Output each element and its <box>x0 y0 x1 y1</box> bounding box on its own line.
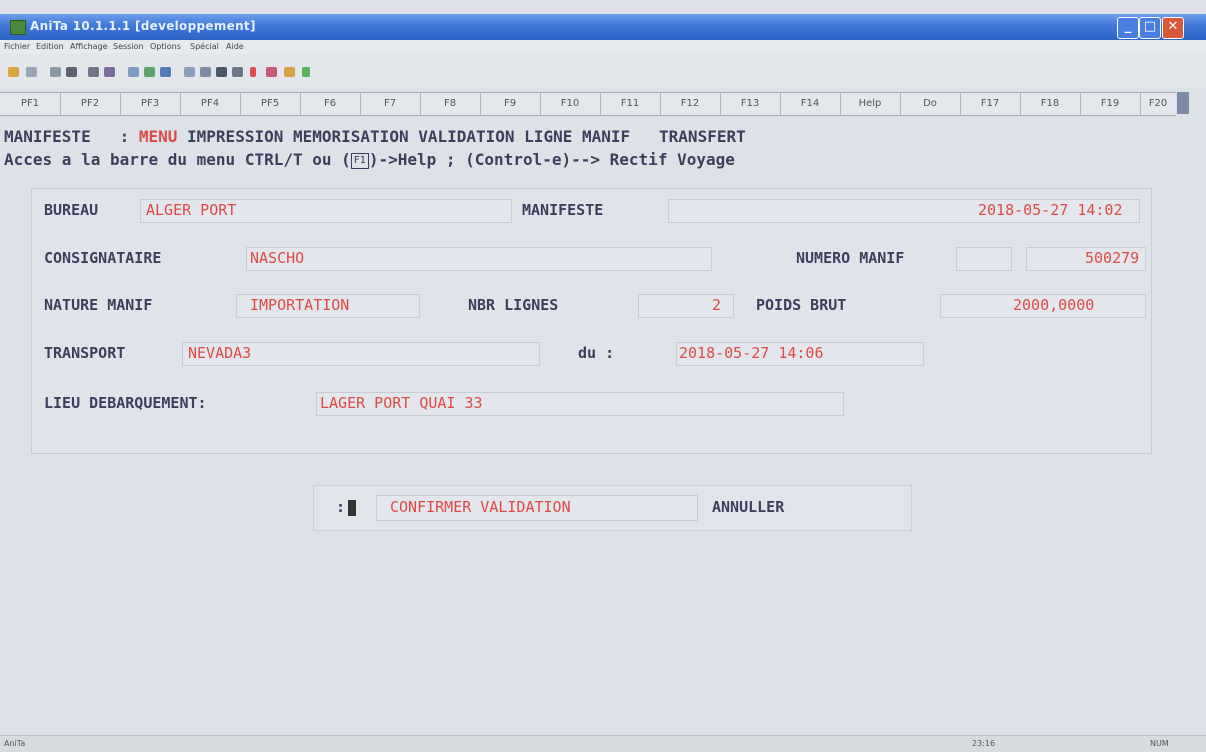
record-icon[interactable] <box>184 67 195 77</box>
grid-icon[interactable] <box>232 67 243 77</box>
screen-menu-line: MANIFESTE : MENU IMPRESSION MEMORISATION… <box>4 127 746 146</box>
fkey-f14[interactable]: F14 <box>780 93 841 115</box>
consignataire-field[interactable] <box>246 247 712 271</box>
app-name: AniTa <box>30 19 69 33</box>
fkey-f8[interactable]: F8 <box>420 93 481 115</box>
transport-datetime: 2018-05-27 14:06 <box>679 344 824 362</box>
manifeste-datetime: 2018-05-27 14:02 <box>978 201 1123 219</box>
menu-edition[interactable]: Edition <box>36 42 64 51</box>
title-suffix: 10.1.1.1 [developpement] <box>72 19 256 33</box>
fkey-pf2[interactable]: PF2 <box>60 93 121 115</box>
nature-manif-value: IMPORTATION <box>250 296 350 314</box>
open-icon[interactable] <box>8 67 19 77</box>
screen-icon[interactable] <box>128 67 139 77</box>
du-label: du : <box>578 344 615 362</box>
numero-manif-prefix-field[interactable] <box>956 247 1012 271</box>
fkey-f6[interactable]: F6 <box>300 93 361 115</box>
poids-brut-value: 2000,0000 <box>1013 296 1095 314</box>
fkey-f12[interactable]: F12 <box>660 93 721 115</box>
macro-icon[interactable] <box>284 67 295 77</box>
transport-value: NEVADA3 <box>188 344 252 362</box>
lieu-debarquement-label: LIEU DEBARQUEMENT: <box>44 394 207 412</box>
f1-key-icon: F1 <box>350 153 369 169</box>
fkey-pf4[interactable]: PF4 <box>180 93 241 115</box>
fkey-f10[interactable]: F10 <box>540 93 601 115</box>
fkey-f19[interactable]: F19 <box>1080 93 1141 115</box>
numero-manif-label: NUMERO MANIF <box>796 249 905 267</box>
vertical-scrollbar[interactable] <box>1177 92 1189 114</box>
fkey-help[interactable]: Help <box>840 93 901 115</box>
lieu-debarquement-value: LAGER PORT QUAI 33 <box>320 394 483 412</box>
help-line: Acces a la barre du menu CTRL/T ou (F1)-… <box>4 150 735 169</box>
bureau-label: BUREAU <box>44 201 99 219</box>
fkey-pf5[interactable]: PF5 <box>240 93 301 115</box>
fkey-do[interactable]: Do <box>900 93 961 115</box>
link-icon[interactable] <box>266 67 277 77</box>
nbr-lignes-value: 2 <box>712 296 722 314</box>
print-preview-icon[interactable] <box>104 67 115 77</box>
menu-special[interactable]: Spécial <box>190 42 219 51</box>
paste-icon[interactable] <box>66 67 77 77</box>
annuller-option[interactable]: ANNULLER <box>712 498 784 516</box>
manifeste-label: MANIFESTE <box>522 201 604 219</box>
menu-fichier[interactable]: Fichier <box>4 42 30 51</box>
nature-manif-label: NATURE MANIF <box>44 296 153 314</box>
fkey-pf1[interactable]: PF1 <box>0 93 61 115</box>
menu-bar: Fichier Edition Affichage Session Option… <box>0 40 1206 54</box>
fkey-f11[interactable]: F11 <box>600 93 661 115</box>
fkey-f17[interactable]: F17 <box>960 93 1021 115</box>
numero-manif-value: 500279 <box>1085 249 1140 267</box>
status-num-lock: NUM <box>1150 739 1169 748</box>
text-cursor[interactable] <box>348 500 356 516</box>
bureau-value: ALGER PORT <box>146 201 237 219</box>
nbr-lignes-label: NBR LIGNES <box>468 296 559 314</box>
menu-session[interactable]: Session <box>113 42 144 51</box>
refresh-icon[interactable] <box>144 67 155 77</box>
terminal-icon[interactable] <box>160 67 171 77</box>
save-icon[interactable] <box>26 67 37 77</box>
poids-brut-label: POIDS BRUT <box>756 296 847 314</box>
fkey-f20[interactable]: F20 <box>1140 93 1176 115</box>
transport-label: TRANSPORT <box>44 344 126 362</box>
print-icon[interactable] <box>88 67 99 77</box>
fkey-f7[interactable]: F7 <box>360 93 421 115</box>
fkey-f13[interactable]: F13 <box>720 93 781 115</box>
function-key-bar: PF1 PF2 PF3 PF4 PF5 F6 F7 F8 F9 F10 F11 … <box>0 92 1176 116</box>
menu-prefix: MANIFESTE : <box>4 127 139 146</box>
menu-affichage[interactable]: Affichage <box>70 42 108 51</box>
menu-item-menu[interactable]: MENU <box>139 127 178 146</box>
status-app-name: AniTa <box>4 739 26 748</box>
fkey-f9[interactable]: F9 <box>480 93 541 115</box>
record-stop-icon[interactable] <box>200 67 211 77</box>
app-icon <box>10 20 26 35</box>
help-prefix: Acces a la barre du menu CTRL/T ou ( <box>4 150 351 169</box>
prompt-colon: : <box>336 498 346 516</box>
status-bar: AniTa 23:16 NUM <box>0 735 1206 752</box>
toolbar <box>0 54 1206 88</box>
menu-options[interactable]: Options <box>150 42 181 51</box>
fkey-f18[interactable]: F18 <box>1020 93 1081 115</box>
title-bar: AniTa 10.1.1.1 [developpement] _ □ ✕ <box>0 14 1206 40</box>
pointer-icon[interactable] <box>250 67 256 77</box>
confirm-validation-option[interactable]: CONFIRMER VALIDATION <box>390 498 571 516</box>
menu-items[interactable]: IMPRESSION MEMORISATION VALIDATION LIGNE… <box>177 127 746 146</box>
minimize-button[interactable]: _ <box>1117 17 1139 39</box>
consignataire-value: NASCHO <box>250 249 305 267</box>
fkey-pf3[interactable]: PF3 <box>120 93 181 115</box>
close-button[interactable]: ✕ <box>1162 17 1184 39</box>
play-icon[interactable] <box>302 67 310 77</box>
copy-icon[interactable] <box>50 67 61 77</box>
text-icon[interactable] <box>216 67 227 77</box>
consignataire-label: CONSIGNATAIRE <box>44 249 162 267</box>
maximize-button[interactable]: □ <box>1139 17 1161 39</box>
help-suffix: )->Help ; (Control-e)--> Rectif Voyage <box>368 150 735 169</box>
window-title: AniTa 10.1.1.1 [developpement] <box>30 19 256 33</box>
status-time: 23:16 <box>972 739 996 748</box>
menu-aide[interactable]: Aide <box>226 42 244 51</box>
